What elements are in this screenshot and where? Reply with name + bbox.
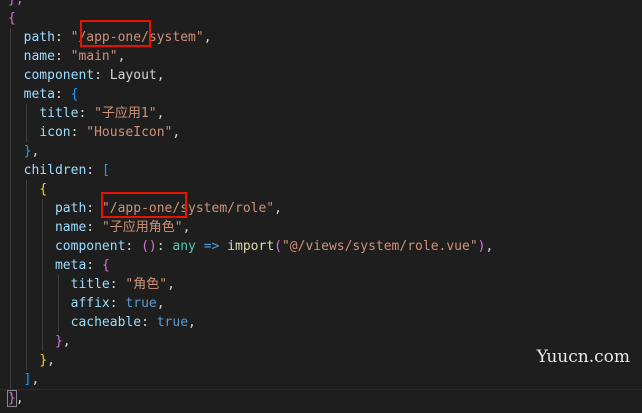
cacheable-key: cacheable [70,315,142,330]
code-line: title: "子应用1", [39,106,165,121]
child-path-key: path [54,201,87,216]
title-value: "子应用1" [94,106,157,121]
code-line: }, [8,0,24,9]
open-brace: { [8,11,16,26]
code-line: component: Layout, [23,68,165,83]
affix-key: affix [70,296,110,311]
title-key: title [39,106,79,121]
code-line: affix: true, [70,296,165,311]
code-line: title: "角色", [70,277,175,292]
children-key: children [23,163,87,178]
code-line: { [39,182,48,197]
component-value: Layout [109,68,157,83]
code-line: cacheable: true, [70,315,196,330]
meta-key: meta [23,87,55,102]
closing-brace: }, [8,0,24,7]
code-line: meta: { [54,258,110,273]
code-line: children: [ [23,163,110,178]
cacheable-value: true [156,315,189,330]
code-line: ], [23,372,40,387]
watermark: Yuucn.com [536,347,630,367]
code-line: }, [23,144,40,159]
child-name-key: name [54,220,87,235]
import-path: "@/views/system/role.vue" [281,239,478,254]
code-line: name: "子应用角色", [54,220,191,235]
component-key: component [23,68,95,83]
code-line: icon: "HouseIcon", [39,125,181,140]
child-component-key: component [54,239,126,254]
current-line-border [0,389,642,390]
icon-value: "HouseIcon" [86,125,173,140]
highlight-box [80,20,151,47]
code-line: }, [7,390,24,407]
import-call: import [227,239,275,254]
child-title-value: "角色" [125,277,168,292]
code-editor[interactable]: }, { path: "/app-one/system", name: "mai… [0,0,642,413]
code-line: }, [54,334,71,349]
code-line: name: "main", [23,49,126,64]
path-key: path [23,30,55,45]
any-type: any [172,239,196,254]
affix-value: true [125,296,157,311]
code-line: meta: { [23,87,79,102]
name-key: name [23,49,55,64]
code-line: component: (): any => import("@/views/sy… [54,239,494,254]
child-name-value: "子应用角色" [101,220,183,235]
code-line: { [8,9,16,28]
child-meta-key: meta [54,258,87,273]
highlight-box [101,192,187,218]
name-value: "main" [70,49,118,64]
child-title-key: title [70,277,110,292]
icon-key: icon [39,125,71,140]
code-line: }, [39,353,55,368]
